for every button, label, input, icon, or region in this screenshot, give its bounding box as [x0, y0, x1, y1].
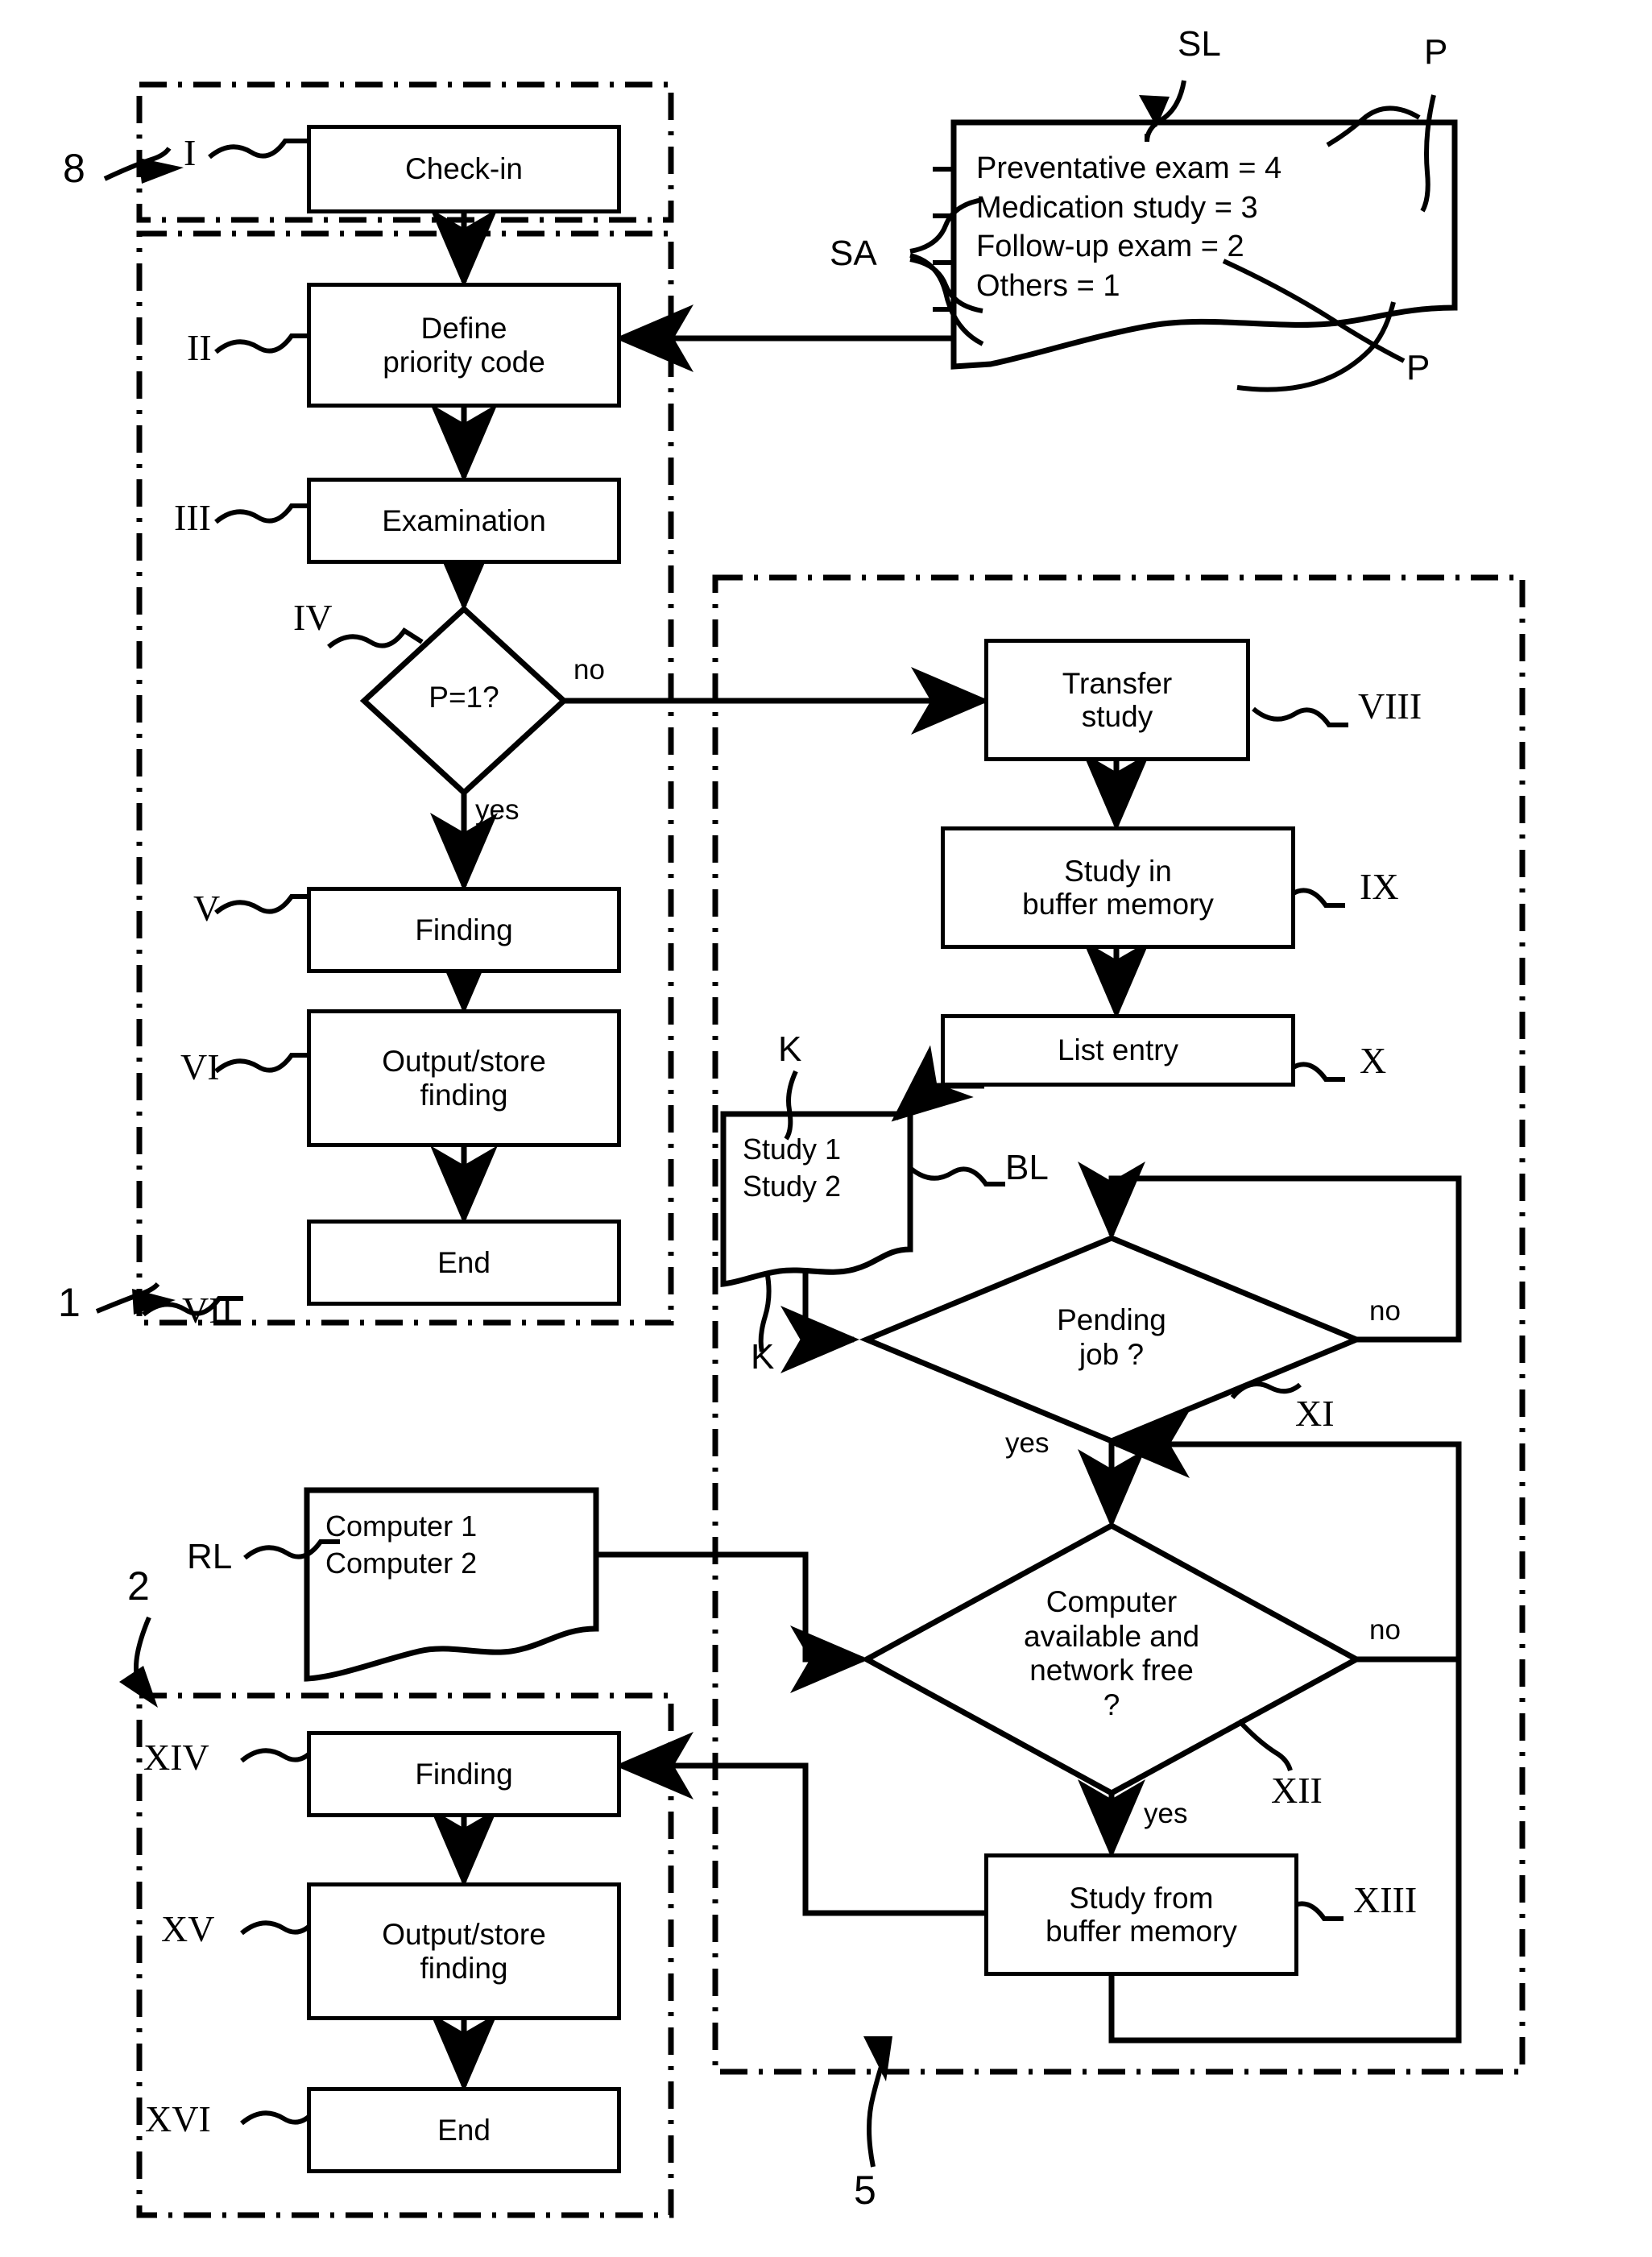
ref-label-XIII: XIII [1353, 1879, 1418, 1920]
ref-label-VII: VII [182, 1290, 234, 1331]
ref-label-XII: XII [1271, 1770, 1323, 1811]
branch-label-XI-no: no [1369, 1295, 1401, 1327]
list-RL-text: Computer 1 Computer 2 [325, 1509, 478, 1580]
branch-label-XI-yes: yes [1005, 1427, 1050, 1459]
node-finding-top[interactable]: Finding [307, 887, 621, 973]
node-output-store-finding-top[interactable]: Output/store finding [307, 1009, 621, 1147]
leader-VI [214, 1053, 316, 1074]
ref-label-K-bottom: K [751, 1337, 775, 1377]
branch-label-IV-no: no [573, 654, 605, 685]
figure-canvas: Check-in Define priority code Examinatio… [0, 0, 1652, 2257]
decision-p-equals-1-label: P=1? [429, 681, 499, 714]
ref-label-XIV: XIV [143, 1737, 209, 1778]
leader-5 [867, 2066, 884, 2168]
node-end-top[interactable]: End [307, 1220, 621, 1306]
ref-label-SA: SA [830, 234, 877, 273]
ref-label-V: V [193, 888, 221, 929]
node-define-priority-code[interactable]: Define priority code [307, 283, 621, 408]
branch-label-IV-yes: yes [475, 794, 520, 826]
ref-label-III: III [174, 497, 211, 538]
leader-I [208, 139, 309, 159]
leader-VIII [1252, 706, 1348, 727]
ref-label-region-5: 5 [854, 2168, 876, 2213]
node-transfer-study[interactable]: Transfer study [984, 639, 1250, 761]
ref-label-region-8: 8 [63, 146, 85, 191]
ref-label-region-1: 1 [58, 1280, 81, 1325]
arrow-1-head [132, 1289, 176, 1315]
ref-label-SL: SL [1178, 24, 1221, 64]
node-output-store-finding-bottom[interactable]: Output/store finding [307, 1882, 621, 2020]
path-XIII-to-XIV [615, 1732, 984, 1916]
node-study-from-buffer-memory[interactable]: Study from buffer memory [984, 1853, 1298, 1976]
arrow-2-head [119, 1666, 158, 1708]
ref-label-VI: VI [180, 1046, 220, 1087]
leader-III [214, 503, 316, 524]
node-list-entry[interactable]: List entry [941, 1014, 1295, 1087]
ref-label-region-2: 2 [127, 1563, 150, 1609]
leader-XII [1236, 1718, 1293, 1771]
arrow-8-head [139, 158, 184, 184]
leader-IV [327, 627, 424, 649]
decision-computer-available-label: Computer available and network free ? [1023, 1585, 1200, 1721]
node-check-in[interactable]: Check-in [307, 125, 621, 213]
leader-V [214, 894, 316, 915]
node-finding-bottom[interactable]: Finding [307, 1731, 621, 1817]
ref-label-XVI: XVI [145, 2098, 211, 2139]
line-BL-to-XI [780, 1271, 859, 1373]
decision-pending-job-label: Pending job ? [1057, 1303, 1166, 1371]
ref-label-RL: RL [187, 1537, 233, 1576]
leader-II [214, 333, 316, 354]
path-RL-to-XII [596, 1551, 869, 1693]
ref-label-I: I [184, 132, 197, 173]
ref-label-X: X [1360, 1040, 1387, 1081]
list-BL-text: Study 1 Study 2 [743, 1133, 842, 1203]
node-end-bottom[interactable]: End [307, 2087, 621, 2173]
ref-label-XI: XI [1295, 1393, 1335, 1434]
ref-label-II: II [187, 327, 212, 368]
leader-XI [1230, 1381, 1302, 1400]
branch-label-XII-yes: yes [1144, 1798, 1188, 1829]
ref-label-K-top: K [778, 1029, 802, 1069]
ref-label-IX: IX [1360, 866, 1399, 907]
node-study-in-buffer-memory[interactable]: Study in buffer memory [941, 826, 1295, 949]
leader-BL [909, 1166, 1005, 1186]
ref-label-IV: IV [293, 597, 333, 638]
node-examination[interactable]: Examination [307, 478, 621, 564]
ref-label-P-top: P [1424, 32, 1448, 72]
ref-label-BL: BL [1005, 1148, 1049, 1187]
branch-label-XII-no: no [1369, 1614, 1401, 1646]
ref-label-VIII: VIII [1358, 685, 1422, 727]
list-SL-text: Preventative exam = 4 Medication study =… [976, 151, 1282, 303]
ref-label-P-bottom: P [1406, 348, 1430, 387]
ref-label-XV: XV [161, 1908, 215, 1949]
